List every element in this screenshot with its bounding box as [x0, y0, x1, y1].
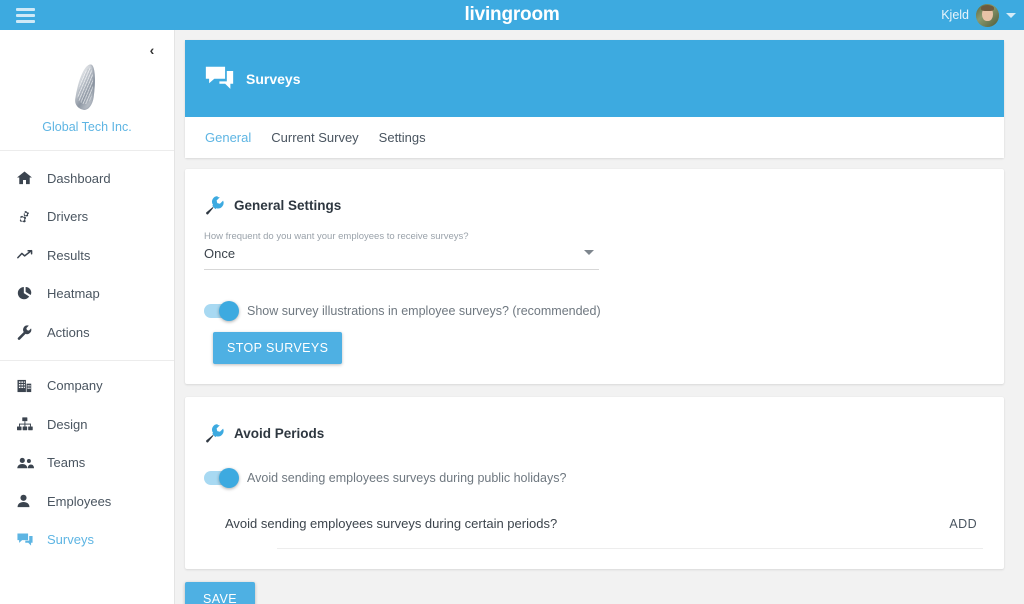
hamburger-icon[interactable] [16, 7, 46, 23]
periods-divider [277, 548, 983, 549]
holidays-toggle-label: Avoid sending employees surveys during p… [247, 471, 567, 485]
footer-actions: SAVE [185, 582, 1004, 604]
main-content: Surveys General Current Survey Settings … [176, 30, 1024, 604]
user-name-label: Kjeld [941, 8, 969, 22]
sidebar-item-results[interactable]: Results [0, 236, 174, 275]
caret-down-icon[interactable] [584, 250, 594, 255]
page-header-card: Surveys General Current Survey Settings [185, 40, 1004, 158]
feather-shape [73, 62, 99, 112]
page-header-banner: Surveys [185, 40, 1004, 117]
sidebar-item-label: Results [47, 247, 91, 263]
holidays-toggle[interactable] [204, 468, 239, 488]
general-settings-card: General Settings How frequent do you wan… [185, 169, 1004, 384]
toggle-knob [219, 301, 239, 321]
sidebar-item-label: Heatmap [47, 286, 100, 302]
avoid-periods-card: Avoid Periods Avoid sending employees su… [185, 397, 1004, 569]
building-icon [17, 377, 39, 395]
sidebar-item-teams[interactable]: Teams [0, 444, 174, 483]
illustrations-toggle[interactable] [204, 301, 239, 321]
frequency-label: How frequent do you want your employees … [204, 231, 469, 242]
sidebar-item-label: Company [47, 378, 103, 394]
sidebar-collapse-icon[interactable]: ‹ [142, 40, 162, 60]
sidebar-item-heatmap[interactable]: Heatmap [0, 275, 174, 314]
sidebar: ‹ Global Tech Inc. Dashboard Drivers Res… [0, 30, 175, 604]
sidebar-nav: Dashboard Drivers Results Heatmap Action… [0, 151, 174, 559]
certain-periods-label: Avoid sending employees surveys during c… [225, 516, 558, 531]
sidebar-item-employees[interactable]: Employees [0, 482, 174, 521]
illustrations-toggle-row: Show survey illustrations in employee su… [204, 301, 985, 321]
sidebar-item-dashboard[interactable]: Dashboard [0, 159, 174, 198]
card-title: General Settings [234, 197, 342, 213]
sidebar-item-surveys[interactable]: Surveys [0, 521, 174, 560]
page-tabs: General Current Survey Settings [185, 117, 1004, 158]
people-icon [17, 454, 39, 472]
hamburger-line [16, 19, 35, 23]
sidebar-item-label: Design [47, 416, 88, 432]
app-brand-title: livingroom [464, 4, 560, 25]
avoid-periods-title-row: Avoid Periods [204, 423, 985, 443]
sidebar-divider [0, 359, 174, 361]
sidebar-item-label: Drivers [47, 209, 89, 225]
sitemap-icon [17, 415, 39, 433]
add-period-button[interactable]: ADD [949, 517, 977, 531]
certain-periods-row: Avoid sending employees surveys during c… [204, 496, 985, 531]
frequency-selected-value: Once [204, 246, 236, 261]
user-menu[interactable]: Kjeld [941, 0, 1016, 30]
page-title: Surveys [246, 70, 301, 87]
avatar[interactable] [976, 3, 999, 27]
hamburger-line [16, 7, 35, 11]
wrench-icon [204, 195, 224, 215]
toggle-knob [219, 468, 239, 488]
save-button[interactable]: SAVE [185, 582, 255, 604]
home-icon [17, 169, 39, 187]
chat-bubbles-icon [204, 64, 234, 94]
wrench-icon [204, 423, 224, 443]
card-title: Avoid Periods [234, 425, 325, 441]
chat-icon [17, 531, 39, 549]
sidebar-item-drivers[interactable]: Drivers [0, 198, 174, 237]
tab-current-survey[interactable]: Current Survey [261, 117, 368, 158]
sidebar-item-label: Employees [47, 493, 112, 509]
company-logo-icon [57, 62, 117, 114]
avatar-hair [981, 4, 995, 11]
person-icon [17, 492, 39, 510]
sidebar-item-label: Actions [47, 324, 90, 340]
general-settings-title-row: General Settings [204, 195, 985, 215]
sidebar-item-label: Dashboard [47, 170, 111, 186]
gears-icon [17, 208, 39, 226]
pie-chart-icon [17, 285, 39, 303]
sidebar-item-design[interactable]: Design [0, 405, 174, 444]
chevron-down-icon[interactable] [1006, 12, 1016, 18]
illustrations-toggle-label: Show survey illustrations in employee su… [247, 304, 601, 318]
sidebar-item-label: Teams [47, 455, 86, 471]
stop-surveys-button[interactable]: STOP SURVEYS [213, 332, 343, 364]
wrench-icon [17, 323, 39, 341]
company-name[interactable]: Global Tech Inc. [0, 120, 174, 134]
sidebar-item-label: Surveys [47, 532, 94, 548]
top-bar: livingroom Kjeld [0, 0, 1024, 30]
holidays-toggle-row: Avoid sending employees surveys during p… [204, 468, 985, 488]
tab-settings[interactable]: Settings [369, 117, 436, 158]
trend-line-icon [17, 246, 39, 264]
frequency-select[interactable]: Once [204, 245, 599, 270]
sidebar-item-actions[interactable]: Actions [0, 313, 174, 352]
hamburger-line [16, 13, 35, 17]
sidebar-item-company[interactable]: Company [0, 367, 174, 406]
tab-general[interactable]: General [195, 117, 261, 158]
